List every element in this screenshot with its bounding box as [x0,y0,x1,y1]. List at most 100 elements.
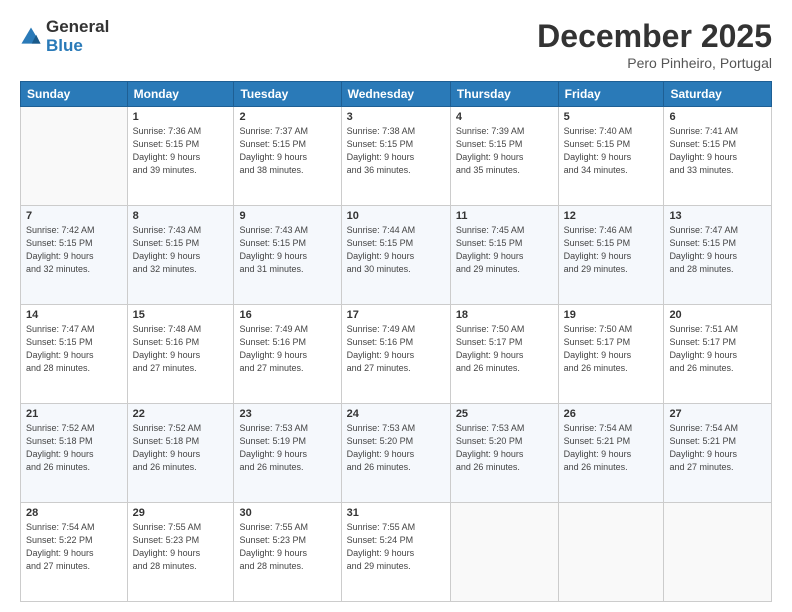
day-info: Sunrise: 7:52 AMSunset: 5:18 PMDaylight:… [133,422,229,474]
calendar-cell: 15 Sunrise: 7:48 AMSunset: 5:16 PMDaylig… [127,305,234,404]
calendar-week-2: 7 Sunrise: 7:42 AMSunset: 5:15 PMDayligh… [21,206,772,305]
calendar-cell: 12 Sunrise: 7:46 AMSunset: 5:15 PMDaylig… [558,206,664,305]
day-info: Sunrise: 7:55 AMSunset: 5:23 PMDaylight:… [239,521,335,573]
logo: General Blue [20,18,109,55]
day-number: 30 [239,507,335,519]
weekday-header-sunday: Sunday [21,82,128,107]
calendar-cell: 23 Sunrise: 7:53 AMSunset: 5:19 PMDaylig… [234,404,341,503]
day-number: 11 [456,210,553,222]
day-info: Sunrise: 7:40 AMSunset: 5:15 PMDaylight:… [564,125,659,177]
day-number: 13 [669,210,766,222]
calendar-cell: 3 Sunrise: 7:38 AMSunset: 5:15 PMDayligh… [341,107,450,206]
day-info: Sunrise: 7:39 AMSunset: 5:15 PMDaylight:… [456,125,553,177]
calendar-cell: 1 Sunrise: 7:36 AMSunset: 5:15 PMDayligh… [127,107,234,206]
location-subtitle: Pero Pinheiro, Portugal [537,55,772,71]
day-number: 23 [239,408,335,420]
day-number: 10 [347,210,445,222]
page: General Blue December 2025 Pero Pinheiro… [0,0,792,612]
day-info: Sunrise: 7:42 AMSunset: 5:15 PMDaylight:… [26,224,122,276]
day-number: 28 [26,507,122,519]
calendar-cell: 7 Sunrise: 7:42 AMSunset: 5:15 PMDayligh… [21,206,128,305]
day-info: Sunrise: 7:45 AMSunset: 5:15 PMDaylight:… [456,224,553,276]
day-number: 19 [564,309,659,321]
day-info: Sunrise: 7:51 AMSunset: 5:17 PMDaylight:… [669,323,766,375]
day-number: 22 [133,408,229,420]
weekday-header-wednesday: Wednesday [341,82,450,107]
calendar-cell: 4 Sunrise: 7:39 AMSunset: 5:15 PMDayligh… [450,107,558,206]
calendar-cell: 31 Sunrise: 7:55 AMSunset: 5:24 PMDaylig… [341,503,450,602]
month-title: December 2025 [537,18,772,55]
day-number: 7 [26,210,122,222]
day-number: 15 [133,309,229,321]
day-info: Sunrise: 7:48 AMSunset: 5:16 PMDaylight:… [133,323,229,375]
day-number: 5 [564,111,659,123]
day-info: Sunrise: 7:43 AMSunset: 5:15 PMDaylight:… [133,224,229,276]
day-info: Sunrise: 7:47 AMSunset: 5:15 PMDaylight:… [26,323,122,375]
day-info: Sunrise: 7:46 AMSunset: 5:15 PMDaylight:… [564,224,659,276]
day-info: Sunrise: 7:49 AMSunset: 5:16 PMDaylight:… [347,323,445,375]
calendar-cell: 20 Sunrise: 7:51 AMSunset: 5:17 PMDaylig… [664,305,772,404]
calendar-week-4: 21 Sunrise: 7:52 AMSunset: 5:18 PMDaylig… [21,404,772,503]
calendar-header: SundayMondayTuesdayWednesdayThursdayFrid… [21,82,772,107]
day-info: Sunrise: 7:49 AMSunset: 5:16 PMDaylight:… [239,323,335,375]
day-info: Sunrise: 7:53 AMSunset: 5:19 PMDaylight:… [239,422,335,474]
weekday-header-tuesday: Tuesday [234,82,341,107]
calendar-cell: 19 Sunrise: 7:50 AMSunset: 5:17 PMDaylig… [558,305,664,404]
day-number: 4 [456,111,553,123]
calendar-week-1: 1 Sunrise: 7:36 AMSunset: 5:15 PMDayligh… [21,107,772,206]
weekday-header-friday: Friday [558,82,664,107]
day-info: Sunrise: 7:37 AMSunset: 5:15 PMDaylight:… [239,125,335,177]
logo-icon [20,26,42,48]
calendar-cell [664,503,772,602]
day-number: 20 [669,309,766,321]
day-number: 25 [456,408,553,420]
weekday-row: SundayMondayTuesdayWednesdayThursdayFrid… [21,82,772,107]
calendar-cell [450,503,558,602]
logo-blue: Blue [46,37,109,56]
day-number: 18 [456,309,553,321]
calendar-cell: 18 Sunrise: 7:50 AMSunset: 5:17 PMDaylig… [450,305,558,404]
calendar-cell: 27 Sunrise: 7:54 AMSunset: 5:21 PMDaylig… [664,404,772,503]
calendar-cell [21,107,128,206]
day-number: 8 [133,210,229,222]
day-info: Sunrise: 7:54 AMSunset: 5:22 PMDaylight:… [26,521,122,573]
logo-general: General [46,18,109,37]
weekday-header-thursday: Thursday [450,82,558,107]
day-info: Sunrise: 7:36 AMSunset: 5:15 PMDaylight:… [133,125,229,177]
calendar-body: 1 Sunrise: 7:36 AMSunset: 5:15 PMDayligh… [21,107,772,602]
day-info: Sunrise: 7:55 AMSunset: 5:24 PMDaylight:… [347,521,445,573]
calendar-cell: 29 Sunrise: 7:55 AMSunset: 5:23 PMDaylig… [127,503,234,602]
header: General Blue December 2025 Pero Pinheiro… [20,18,772,71]
calendar-cell: 26 Sunrise: 7:54 AMSunset: 5:21 PMDaylig… [558,404,664,503]
day-number: 16 [239,309,335,321]
day-number: 3 [347,111,445,123]
calendar-cell: 9 Sunrise: 7:43 AMSunset: 5:15 PMDayligh… [234,206,341,305]
calendar-cell: 17 Sunrise: 7:49 AMSunset: 5:16 PMDaylig… [341,305,450,404]
calendar-cell: 28 Sunrise: 7:54 AMSunset: 5:22 PMDaylig… [21,503,128,602]
calendar-cell: 24 Sunrise: 7:53 AMSunset: 5:20 PMDaylig… [341,404,450,503]
day-number: 29 [133,507,229,519]
calendar-cell: 13 Sunrise: 7:47 AMSunset: 5:15 PMDaylig… [664,206,772,305]
calendar-cell: 10 Sunrise: 7:44 AMSunset: 5:15 PMDaylig… [341,206,450,305]
day-number: 26 [564,408,659,420]
day-info: Sunrise: 7:52 AMSunset: 5:18 PMDaylight:… [26,422,122,474]
day-number: 24 [347,408,445,420]
day-info: Sunrise: 7:47 AMSunset: 5:15 PMDaylight:… [669,224,766,276]
calendar-table: SundayMondayTuesdayWednesdayThursdayFrid… [20,81,772,602]
logo-text: General Blue [46,18,109,55]
calendar-week-5: 28 Sunrise: 7:54 AMSunset: 5:22 PMDaylig… [21,503,772,602]
day-number: 14 [26,309,122,321]
title-block: December 2025 Pero Pinheiro, Portugal [537,18,772,71]
calendar-cell: 11 Sunrise: 7:45 AMSunset: 5:15 PMDaylig… [450,206,558,305]
day-info: Sunrise: 7:50 AMSunset: 5:17 PMDaylight:… [564,323,659,375]
day-number: 21 [26,408,122,420]
calendar-cell: 8 Sunrise: 7:43 AMSunset: 5:15 PMDayligh… [127,206,234,305]
day-number: 12 [564,210,659,222]
day-info: Sunrise: 7:38 AMSunset: 5:15 PMDaylight:… [347,125,445,177]
weekday-header-saturday: Saturday [664,82,772,107]
day-number: 1 [133,111,229,123]
calendar-cell: 30 Sunrise: 7:55 AMSunset: 5:23 PMDaylig… [234,503,341,602]
day-info: Sunrise: 7:44 AMSunset: 5:15 PMDaylight:… [347,224,445,276]
calendar-cell: 22 Sunrise: 7:52 AMSunset: 5:18 PMDaylig… [127,404,234,503]
calendar-cell: 25 Sunrise: 7:53 AMSunset: 5:20 PMDaylig… [450,404,558,503]
